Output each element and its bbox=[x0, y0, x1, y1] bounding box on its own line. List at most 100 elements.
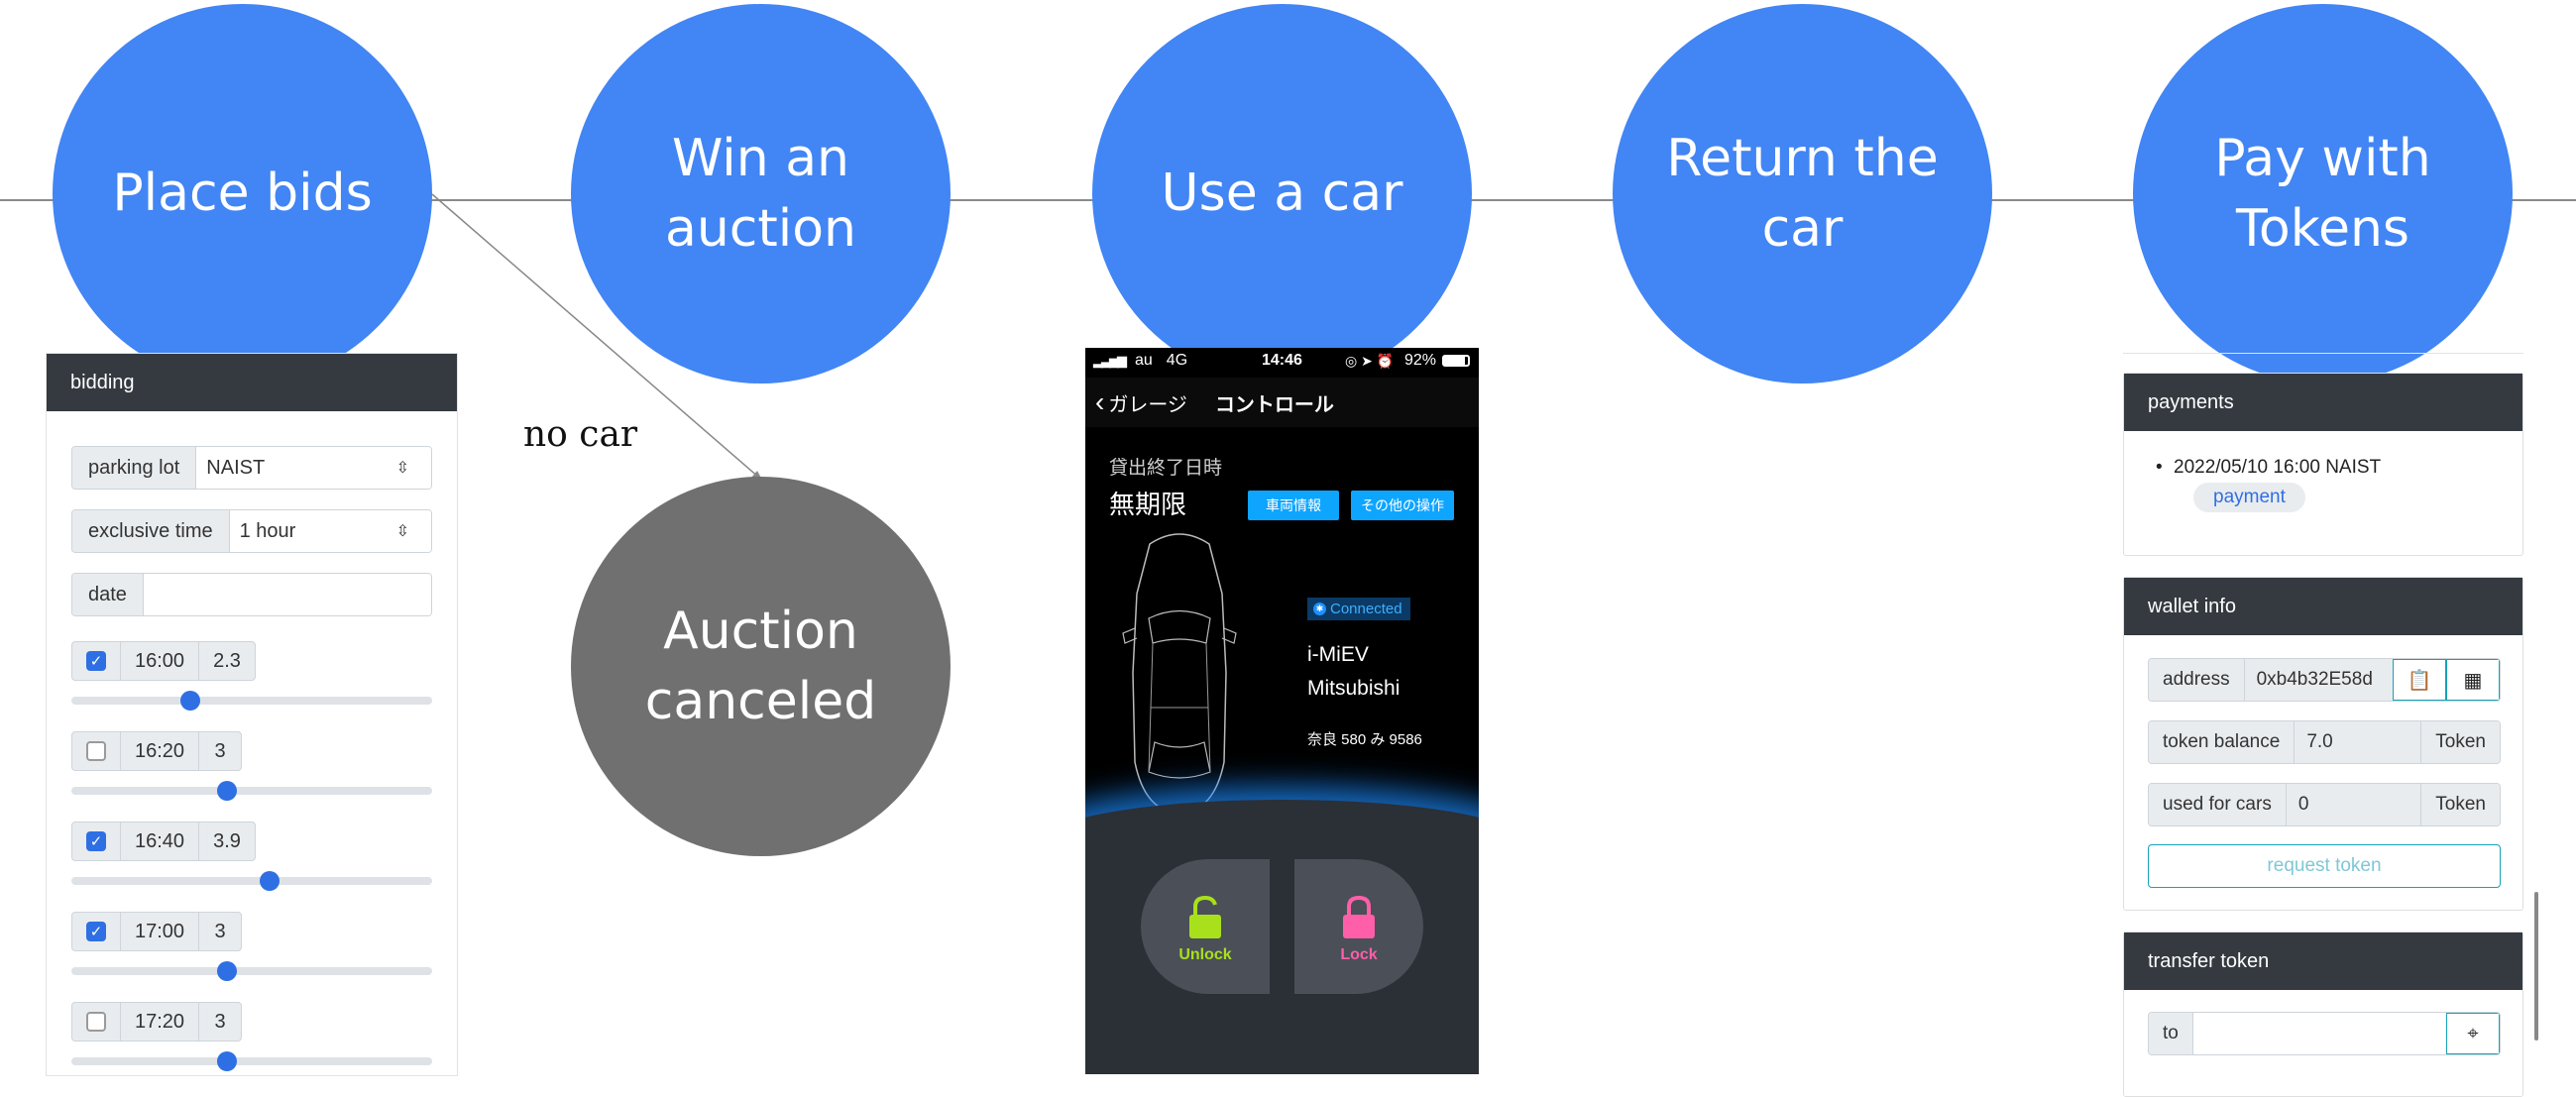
balance-label: token balance bbox=[2149, 721, 2295, 763]
canceled-label-line2: canceled bbox=[644, 671, 877, 731]
lock-button[interactable]: Lock bbox=[1294, 859, 1423, 994]
slot-time: 16:00 bbox=[121, 642, 199, 680]
exclusive-time-value: 1 hour bbox=[239, 519, 296, 542]
payment-badge[interactable]: payment bbox=[2193, 483, 2305, 512]
connection-badge: ✱ Connected bbox=[1307, 598, 1410, 620]
date-label: date bbox=[72, 574, 144, 615]
status-icons: ◎ ➤ ⏰ bbox=[1345, 352, 1395, 369]
rental-end-label: 貸出終了日時 bbox=[1109, 458, 1223, 479]
arrow-label: no car bbox=[523, 414, 638, 455]
slot-bid: 3 bbox=[214, 920, 226, 942]
checkbox-unchecked-icon bbox=[86, 741, 106, 761]
used-unit: Token bbox=[2420, 784, 2500, 825]
balance-value: 7.0 bbox=[2294, 721, 2421, 763]
checkbox-checked-icon: ✓ bbox=[86, 922, 106, 941]
clock: 14:46 bbox=[1262, 352, 1302, 369]
copy-button[interactable]: 📋 bbox=[2393, 659, 2446, 701]
transfer-to-group: to ⌖ bbox=[2148, 1012, 2501, 1055]
used-value: 0 bbox=[2285, 784, 2421, 825]
used-group: used for cars 0 Token bbox=[2148, 783, 2501, 826]
checkbox-checked-icon: ✓ bbox=[86, 831, 106, 851]
clipboard-icon: 📋 bbox=[2407, 669, 2432, 692]
vehicle-info-button[interactable]: 車両情報 bbox=[1248, 491, 1339, 520]
request-token-button[interactable]: request token bbox=[2148, 844, 2501, 888]
transfer-header: transfer token bbox=[2124, 932, 2522, 990]
slot-checkbox[interactable]: ✓ bbox=[72, 642, 121, 680]
qr-code-button[interactable]: ▦ bbox=[2446, 659, 2500, 701]
checkbox-unchecked-icon bbox=[86, 1012, 106, 1032]
parking-lot-label: parking lot bbox=[72, 447, 197, 489]
scan-button[interactable]: ⌖ bbox=[2446, 1013, 2500, 1054]
bluetooth-icon: ✱ bbox=[1313, 603, 1326, 615]
date-value[interactable] bbox=[143, 574, 431, 615]
exclusive-time-label: exclusive time bbox=[72, 510, 230, 552]
to-label: to bbox=[2149, 1013, 2192, 1054]
phone-screen: ▂▃▅▆ au 4G 14:46 ◎ ➤ ⏰ 92% ‹ ガレージ コントロール… bbox=[1085, 348, 1479, 1074]
slot-bid: 3 bbox=[214, 739, 226, 762]
back-button[interactable]: ガレージ bbox=[1108, 388, 1187, 417]
slot-time: 17:00 bbox=[121, 913, 199, 950]
status-bar: ▂▃▅▆ au 4G 14:46 ◎ ➤ ⏰ 92% bbox=[1085, 348, 1479, 374]
signal-icon: ▂▃▅▆ bbox=[1093, 353, 1127, 368]
parking-lot-select[interactable]: parking lot NAIST ⇳ bbox=[71, 446, 432, 490]
address-label: address bbox=[2149, 659, 2244, 701]
to-input[interactable] bbox=[2191, 1013, 2446, 1054]
battery-level: 92% bbox=[1404, 352, 1437, 369]
exclusive-time-select[interactable]: exclusive time 1 hour ⇳ bbox=[71, 509, 432, 553]
parking-lot-value: NAIST bbox=[206, 456, 266, 479]
checkbox-checked-icon: ✓ bbox=[86, 651, 106, 671]
canceled-label-line1: Auction bbox=[663, 602, 858, 662]
slider-thumb[interactable] bbox=[216, 1051, 237, 1071]
payment-item: • 2022/05/10 16:00 NAIST bbox=[2156, 457, 2381, 479]
unlock-button[interactable]: Unlock bbox=[1141, 859, 1270, 994]
slot-checkbox[interactable] bbox=[72, 732, 121, 770]
slot-checkbox[interactable]: ✓ bbox=[72, 823, 121, 860]
bidding-header: bidding bbox=[47, 354, 457, 411]
nav-bar: ‹ ガレージ コントロール bbox=[1085, 378, 1479, 427]
slider-thumb[interactable] bbox=[180, 691, 201, 711]
back-chevron-icon[interactable]: ‹ bbox=[1095, 388, 1104, 416]
payments-header: payments bbox=[2124, 374, 2522, 431]
wallet-header: wallet info bbox=[2124, 578, 2522, 635]
balance-group: token balance 7.0 Token bbox=[2148, 720, 2501, 764]
bid-slider[interactable] bbox=[71, 781, 432, 801]
battery-icon bbox=[1442, 355, 1470, 367]
screen-title: コントロール bbox=[1214, 393, 1334, 416]
select-updown-icon: ⇳ bbox=[395, 523, 409, 540]
address-value[interactable]: 0xb4b32E58d bbox=[2243, 659, 2393, 701]
date-input[interactable]: date bbox=[71, 573, 432, 616]
bid-slider[interactable] bbox=[71, 1051, 432, 1071]
slot-bid: 3.9 bbox=[213, 829, 241, 852]
phone-content: 貸出終了日時 無期限 車両情報 その他の操作 ✱ Connected i-MiE… bbox=[1085, 431, 1479, 1074]
bidding-panel: bidding parking lot NAIST ⇳ exclusive tim… bbox=[46, 353, 458, 1076]
slot-time: 16:40 bbox=[121, 823, 199, 860]
other-ops-button[interactable]: その他の操作 bbox=[1351, 491, 1454, 520]
bid-slider[interactable] bbox=[71, 691, 432, 711]
slot-bid: 3 bbox=[214, 1010, 226, 1033]
right-panel-top-border bbox=[2123, 353, 2523, 354]
unlock-label: Unlock bbox=[1178, 946, 1232, 963]
bid-slider[interactable] bbox=[71, 871, 432, 891]
used-label: used for cars bbox=[2149, 784, 2286, 825]
bid-slider[interactable] bbox=[71, 961, 432, 981]
auction-canceled-node: Auction canceled bbox=[571, 477, 951, 856]
carrier: au bbox=[1135, 352, 1153, 369]
slot-checkbox[interactable] bbox=[72, 1003, 121, 1041]
license-plate: 奈良 580 み 9586 bbox=[1307, 731, 1422, 748]
address-group: address 0xb4b32E58d 📋 ▦ bbox=[2148, 658, 2501, 702]
rental-end-value: 無期限 bbox=[1109, 490, 1187, 519]
car-maker: Mitsubishi bbox=[1307, 677, 1400, 700]
slider-thumb[interactable] bbox=[260, 871, 280, 891]
slot-checkbox[interactable]: ✓ bbox=[72, 913, 121, 950]
slider-thumb[interactable] bbox=[216, 781, 237, 801]
wallet-card: wallet info address 0xb4b32E58d 📋 ▦ toke… bbox=[2123, 577, 2523, 911]
slider-thumb[interactable] bbox=[216, 961, 237, 981]
transfer-card: transfer token to ⌖ bbox=[2123, 932, 2523, 1097]
lock-label: Lock bbox=[1340, 946, 1378, 963]
car-model: i-MiEV bbox=[1307, 643, 1369, 666]
scrollbar[interactable] bbox=[2534, 892, 2538, 1041]
select-updown-icon: ⇳ bbox=[395, 460, 409, 477]
bullet-icon: • bbox=[2156, 457, 2163, 478]
car-top-view-icon bbox=[1122, 533, 1237, 815]
qr-code-icon: ▦ bbox=[2463, 669, 2483, 692]
